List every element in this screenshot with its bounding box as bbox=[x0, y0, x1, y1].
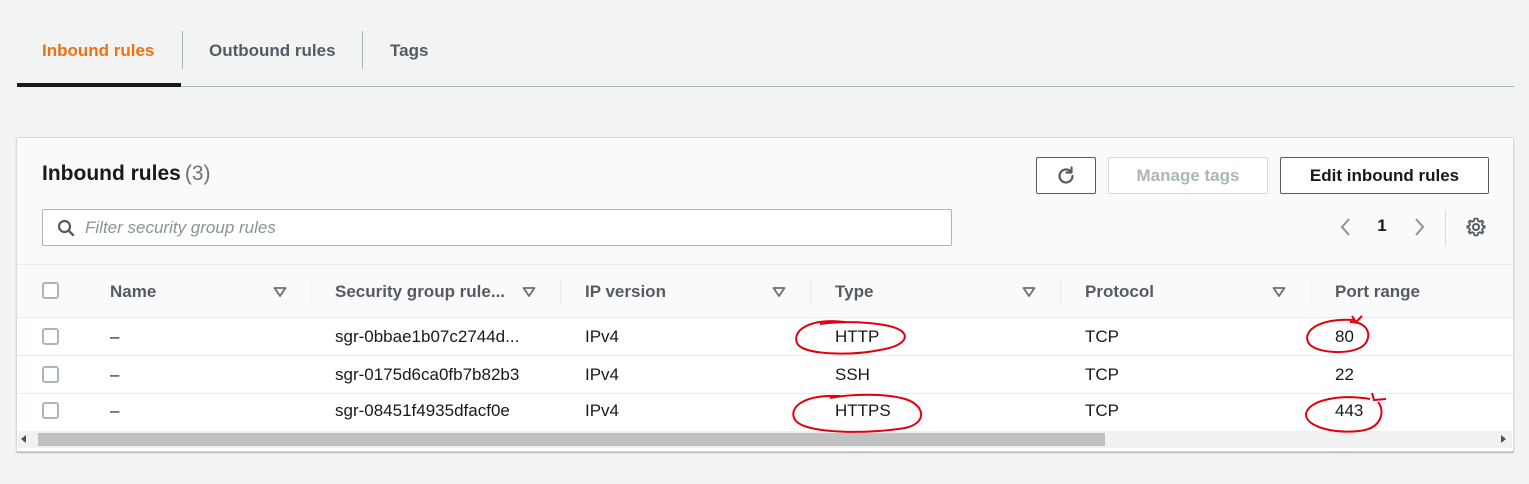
tab-inbound-rules[interactable]: Inbound rules bbox=[42, 32, 154, 70]
row-checkbox[interactable] bbox=[42, 366, 59, 383]
pager-divider bbox=[1445, 210, 1446, 246]
column-header-name[interactable]: Name bbox=[110, 265, 156, 318]
tab-bar: Inbound rules Outbound rules Tags bbox=[17, 0, 1514, 87]
panel-title-text: Inbound rules bbox=[42, 162, 181, 185]
sort-down-icon[interactable] bbox=[1022, 285, 1036, 299]
cell-port-range: 22 bbox=[1335, 365, 1354, 384]
table-row[interactable]: – sgr-08451f4935dfacf0e IPv4 HTTPS TCP 4… bbox=[17, 394, 1513, 432]
column-header-ip-version[interactable]: IP version bbox=[585, 265, 666, 318]
sort-down-icon[interactable] bbox=[273, 285, 287, 299]
table-row[interactable]: – sgr-0175d6ca0fb7b82b3 IPv4 SSH TCP 22 bbox=[17, 356, 1513, 394]
cell-type: SSH bbox=[835, 365, 870, 384]
sort-down-icon[interactable] bbox=[772, 285, 786, 299]
inbound-rules-panel: Inbound rules (3) Manage tags Edit inboun… bbox=[16, 137, 1514, 452]
cell-rule-id[interactable]: sgr-0bbae1b07c2744d... bbox=[335, 318, 519, 356]
manage-tags-button[interactable]: Manage tags bbox=[1108, 157, 1268, 194]
cell-rule-id[interactable]: sgr-0175d6ca0fb7b82b3 bbox=[335, 356, 519, 394]
cell-port-range: 443 bbox=[1335, 401, 1364, 420]
search-icon bbox=[57, 219, 75, 236]
cell-name: – bbox=[110, 365, 120, 384]
table-row[interactable]: – sgr-0bbae1b07c2744d... IPv4 HTTP TCP 8… bbox=[17, 318, 1513, 356]
gear-icon[interactable] bbox=[1465, 216, 1487, 238]
scroll-left-arrow-icon[interactable] bbox=[21, 435, 26, 443]
cell-protocol: TCP bbox=[1085, 365, 1119, 384]
cell-name: – bbox=[110, 401, 120, 420]
refresh-icon bbox=[1058, 165, 1074, 184]
select-all-checkbox[interactable] bbox=[42, 282, 59, 299]
cell-ip-version: IPv4 bbox=[585, 365, 620, 384]
column-divider bbox=[1060, 279, 1061, 305]
sort-down-icon[interactable] bbox=[522, 285, 536, 299]
column-divider bbox=[310, 279, 311, 305]
cell-rule-id[interactable]: sgr-08451f4935dfacf0e bbox=[335, 394, 510, 428]
cell-port-range: 80 bbox=[1335, 327, 1354, 346]
table-header: Name Security group rule... IP version T… bbox=[17, 265, 1513, 318]
column-header-rule-id[interactable]: Security group rule... bbox=[335, 265, 505, 318]
panel-header: Inbound rules (3) Manage tags Edit inboun… bbox=[17, 138, 1513, 265]
search-box bbox=[42, 209, 952, 246]
horizontal-scrollbar[interactable] bbox=[18, 431, 1512, 448]
tab-tags[interactable]: Tags bbox=[390, 32, 428, 70]
cell-name: – bbox=[110, 327, 120, 346]
search-input[interactable] bbox=[85, 217, 905, 238]
tab-divider bbox=[362, 31, 363, 69]
rules-count: (3) bbox=[184, 162, 211, 185]
cell-protocol: TCP bbox=[1085, 401, 1119, 420]
scrollbar-thumb[interactable] bbox=[38, 433, 1105, 446]
tab-outbound-rules[interactable]: Outbound rules bbox=[209, 32, 336, 70]
column-divider bbox=[560, 279, 561, 305]
cell-ip-version: IPv4 bbox=[585, 401, 620, 420]
scroll-right-arrow-icon[interactable] bbox=[1501, 435, 1506, 443]
edit-inbound-rules-button[interactable]: Edit inbound rules bbox=[1280, 157, 1489, 194]
column-header-port-range[interactable]: Port range bbox=[1335, 265, 1420, 318]
column-header-type[interactable]: Type bbox=[835, 265, 873, 318]
chevron-right-icon[interactable] bbox=[1408, 215, 1430, 239]
column-divider bbox=[810, 279, 811, 305]
column-header-protocol[interactable]: Protocol bbox=[1085, 265, 1154, 318]
current-page-number[interactable]: 1 bbox=[1372, 216, 1392, 236]
cell-ip-version: IPv4 bbox=[585, 327, 620, 346]
tab-divider bbox=[182, 31, 183, 69]
cell-type: HTTPS bbox=[835, 401, 891, 420]
cell-protocol: TCP bbox=[1085, 327, 1119, 346]
active-tab-indicator bbox=[17, 83, 181, 87]
refresh-button[interactable] bbox=[1036, 157, 1096, 194]
chevron-left-icon[interactable] bbox=[1335, 215, 1357, 239]
sort-down-icon[interactable] bbox=[1272, 285, 1286, 299]
column-divider bbox=[1310, 279, 1311, 305]
cell-type: HTTP bbox=[835, 327, 880, 346]
row-checkbox[interactable] bbox=[42, 328, 59, 345]
panel-title: Inbound rules (3) bbox=[42, 162, 211, 186]
row-checkbox[interactable] bbox=[42, 402, 59, 419]
